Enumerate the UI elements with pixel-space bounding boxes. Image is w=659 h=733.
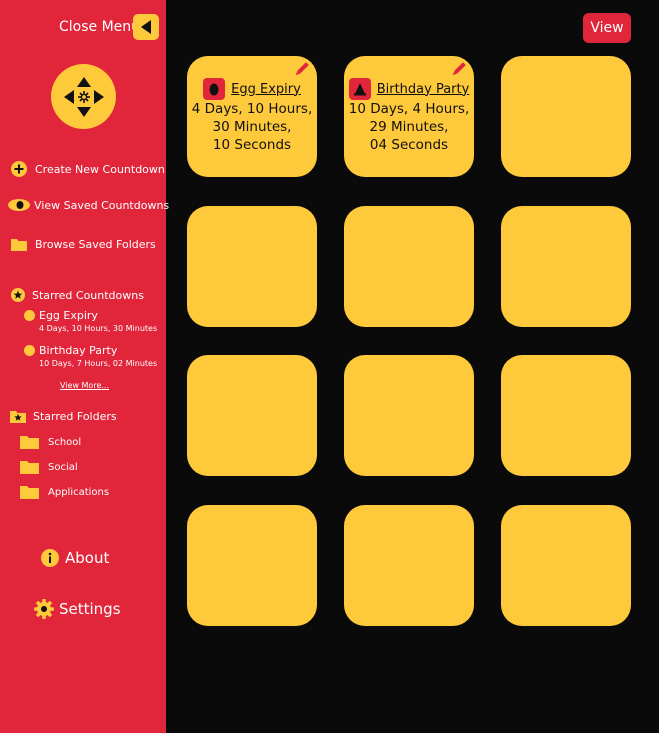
empty-tile[interactable] [501, 505, 631, 626]
folder-label: Applications [48, 486, 110, 498]
tile-countdown-line: 04 Seconds [369, 137, 449, 153]
info-icon [41, 549, 59, 567]
tile-header: Egg Expiry [187, 78, 317, 100]
close-menu-label[interactable]: Close Menu [59, 19, 140, 35]
settings-item[interactable]: Settings [34, 599, 121, 619]
tile-countdown-line: 10 Days, 4 Hours, [348, 101, 470, 117]
starred-countdown-item[interactable]: Birthday Party 10 Days, 7 Hours, 02 Minu… [24, 344, 157, 368]
tile-countdown-text: 4 Days, 10 Hours, 30 Minutes, 10 Seconds [187, 100, 317, 154]
pencil-edit-icon[interactable] [293, 62, 309, 78]
tile-countdown-text: 10 Days, 4 Hours, 29 Minutes, 04 Seconds [344, 100, 474, 154]
empty-tile[interactable] [501, 206, 631, 327]
close-menu-button[interactable] [133, 14, 159, 40]
about-label: About [65, 549, 110, 567]
folder-item-school[interactable]: School [20, 435, 81, 449]
starred-countdown-time: 10 Days, 7 Hours, 02 Minutes [39, 359, 158, 368]
folder-icon [11, 239, 27, 251]
about-item[interactable]: About [41, 549, 109, 567]
tile-icon-box [203, 78, 226, 100]
view-saved-countdowns-label: View Saved Countdowns [34, 198, 170, 212]
browse-saved-folders-label: Browse Saved Folders [35, 238, 156, 251]
sidebar: Close Menu Create New Countdown View Sav… [0, 0, 169, 733]
empty-tile[interactable] [501, 56, 631, 177]
tile-title[interactable]: Egg Expiry [231, 82, 301, 97]
empty-tile[interactable] [344, 505, 474, 626]
starred-countdown-item[interactable]: Egg Expiry 4 Days, 10 Hours, 30 Minutes [24, 309, 157, 333]
starred-countdowns-heading[interactable]: Starred Countdowns [11, 288, 144, 302]
star-icon [11, 288, 25, 302]
folder-item-applications[interactable]: Applications [20, 485, 109, 499]
tile-countdown-line: 4 Days, 10 Hours, [191, 101, 313, 117]
folder-icon [20, 461, 39, 474]
view-button[interactable]: View [583, 13, 631, 43]
empty-tile[interactable] [344, 355, 474, 476]
arrow-left-icon [141, 20, 151, 34]
bullet-dot-icon [24, 345, 35, 356]
countdown-tile[interactable]: Birthday Party 10 Days, 4 Hours, 29 Minu… [344, 56, 474, 177]
tile-header: Birthday Party [344, 78, 474, 100]
move-arrows-icon [63, 76, 104, 117]
tile-title[interactable]: Birthday Party [377, 82, 470, 97]
empty-tile[interactable] [187, 206, 317, 327]
eye-icon [8, 199, 30, 211]
move-compass-button[interactable] [51, 64, 116, 129]
folder-item-social[interactable]: Social [20, 460, 78, 474]
starred-folder-icon [10, 411, 26, 423]
folder-icon [20, 486, 39, 499]
starred-countdown-name: Birthday Party [39, 344, 118, 357]
settings-label: Settings [59, 600, 121, 618]
folder-label: Social [48, 461, 78, 473]
tile-countdown-line: 29 Minutes, [369, 119, 449, 135]
empty-tile[interactable] [501, 355, 631, 476]
empty-tile[interactable] [344, 206, 474, 327]
empty-tile[interactable] [187, 355, 317, 476]
folder-label: School [48, 436, 82, 448]
starred-countdowns-label: Starred Countdowns [32, 288, 144, 302]
starred-folders-heading[interactable]: Starred Folders [10, 410, 117, 423]
create-new-countdown-item[interactable]: Create New Countdown [11, 161, 165, 177]
plus-icon [11, 161, 27, 177]
pencil-edit-icon[interactable] [450, 62, 466, 78]
view-more-link[interactable]: View More... [60, 381, 109, 390]
egg-icon [209, 83, 219, 96]
empty-tile[interactable] [187, 505, 317, 626]
bullet-dot-icon [24, 310, 35, 321]
create-new-countdown-label: Create New Countdown [35, 162, 165, 176]
party-hat-icon [353, 83, 366, 96]
tile-countdown-line: 30 Minutes, [212, 119, 292, 135]
countdown-tile[interactable]: Egg Expiry 4 Days, 10 Hours, 30 Minutes,… [187, 56, 317, 177]
browse-saved-folders-item[interactable]: Browse Saved Folders [11, 238, 156, 251]
starred-countdown-name: Egg Expiry [39, 309, 98, 322]
view-saved-countdowns-item[interactable]: View Saved Countdowns [8, 198, 169, 212]
starred-folders-label: Starred Folders [33, 410, 117, 423]
tile-icon-box [348, 78, 371, 100]
folder-icon [20, 436, 39, 449]
tile-countdown-line: 10 Seconds [212, 137, 292, 153]
starred-countdown-time: 4 Days, 10 Hours, 30 Minutes [39, 324, 158, 333]
gear-icon [34, 599, 54, 619]
